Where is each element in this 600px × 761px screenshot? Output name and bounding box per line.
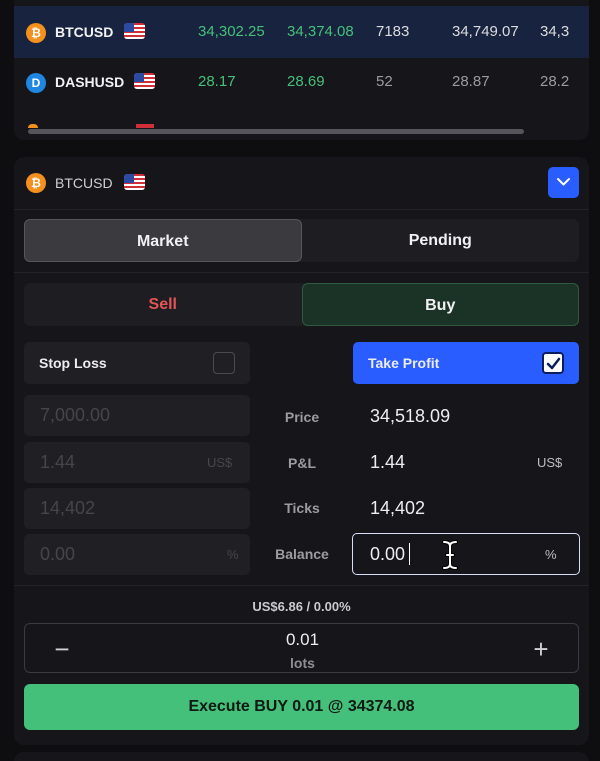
order-type-tabs: Market Pending: [24, 219, 579, 262]
partial-coin-icon: [28, 124, 38, 128]
collapse-button[interactable]: [548, 167, 579, 198]
bitcoin-icon: ₿: [26, 173, 46, 193]
stop-loss-balance-unit: %: [227, 547, 239, 562]
quote-row-dashusd[interactable]: D DASHUSD 28.17 28.69 52 28.87 28.2: [14, 58, 589, 110]
stop-loss-balance-value: 0.00: [40, 544, 76, 564]
price-label: Price: [284, 409, 320, 425]
quote-low: 28.2: [540, 73, 570, 90]
divider: [14, 272, 589, 273]
take-profit-ticks-value[interactable]: 14,402: [370, 498, 425, 519]
us-flag-icon: [124, 174, 145, 190]
execute-order-button[interactable]: Execute BUY 0.01 @ 34374.08: [24, 684, 579, 730]
quote-high: 28.87: [452, 73, 490, 90]
increase-lots-button[interactable]: +: [526, 634, 556, 664]
stop-loss-checkbox[interactable]: [213, 352, 235, 374]
stop-loss-ticks-field[interactable]: 14,402: [24, 488, 250, 529]
quotes-table: ₿ BTCUSD 34,302.25 34,374.08 7183 34,749…: [14, 0, 589, 140]
stop-loss-pnl-unit: US$: [207, 455, 233, 470]
take-profit-balance-unit: %: [545, 547, 557, 562]
stop-loss-price-value: 7,000.00: [40, 405, 111, 425]
quote-low: 34,3: [540, 23, 570, 40]
sell-tab[interactable]: Sell: [24, 283, 302, 326]
take-profit-label: Take Profit: [368, 355, 440, 371]
text-cursor-icon: [442, 540, 458, 570]
lots-value[interactable]: 0.01: [25, 630, 580, 650]
stop-loss-label: Stop Loss: [39, 355, 107, 371]
stop-loss-pnl-field[interactable]: 1.44 US$: [24, 442, 250, 483]
partial-flag-icon: [136, 124, 154, 128]
stop-loss-price-field[interactable]: 7,000.00: [24, 395, 250, 436]
quote-spread: 7183: [376, 23, 410, 40]
take-profit-balance-value: 0.00: [370, 544, 406, 564]
take-profit-balance-input[interactable]: 0.00 %: [352, 533, 580, 575]
take-profit-pnl-value[interactable]: 1.44: [370, 452, 405, 473]
order-symbol: BTCUSD: [55, 175, 113, 191]
take-profit-checkbox[interactable]: [542, 352, 564, 374]
balance-label: Balance: [275, 546, 329, 562]
lots-stepper: − 0.01 lots +: [24, 623, 579, 673]
checkmark-icon: [546, 357, 561, 370]
stop-loss-balance-field[interactable]: 0.00 %: [24, 534, 250, 575]
quote-symbol: BTCUSD: [55, 24, 114, 40]
quote-spread: 52: [376, 73, 393, 90]
us-flag-icon: [134, 73, 155, 89]
tab-market[interactable]: Market: [24, 219, 302, 262]
order-summary: US$6.86 / 0.00%: [252, 599, 351, 614]
quote-bid: 34,302.25: [198, 23, 265, 40]
ticks-label: Ticks: [284, 500, 320, 516]
quote-high: 34,749.07: [452, 23, 519, 40]
divider: [14, 585, 589, 586]
next-panel-edge: [14, 752, 589, 761]
take-profit-price-value[interactable]: 34,518.09: [370, 406, 450, 427]
quote-bid: 28.17: [198, 73, 236, 90]
lots-unit: lots: [290, 655, 315, 671]
quote-symbol: DASHUSD: [55, 74, 125, 90]
text-caret: [409, 543, 410, 565]
quote-row-btcusd[interactable]: ₿ BTCUSD 34,302.25 34,374.08 7183 34,749…: [14, 6, 589, 58]
pnl-label: P&L: [288, 455, 316, 471]
us-flag-icon: [124, 23, 145, 39]
divider: [14, 209, 589, 210]
horizontal-scrollbar[interactable]: [28, 129, 524, 134]
take-profit-toggle[interactable]: Take Profit: [353, 342, 579, 384]
chevron-down-icon: [557, 178, 570, 186]
buy-tab[interactable]: Buy: [301, 283, 579, 326]
tab-pending[interactable]: Pending: [302, 219, 580, 262]
stop-loss-pnl-value: 1.44: [40, 452, 76, 472]
stop-loss-ticks-value: 14,402: [40, 498, 96, 518]
bitcoin-icon: ₿: [26, 23, 46, 43]
dash-icon: D: [26, 73, 46, 93]
quote-ask: 28.69: [287, 73, 325, 90]
order-panel: ₿ BTCUSD Market Pending Sell Buy Stop Lo…: [14, 157, 589, 745]
quote-ask: 34,374.08: [287, 23, 354, 40]
order-side-tabs: Sell Buy: [24, 283, 579, 326]
stop-loss-toggle[interactable]: Stop Loss: [24, 342, 250, 384]
take-profit-pnl-unit: US$: [537, 455, 563, 470]
